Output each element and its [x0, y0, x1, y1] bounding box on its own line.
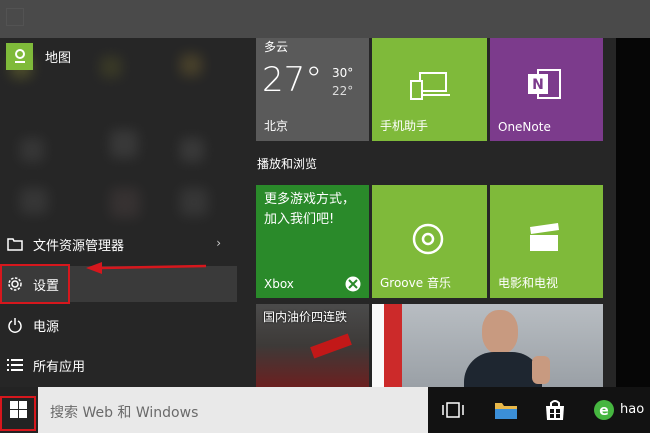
start-item-power-label: 电源 — [33, 319, 60, 335]
start-item-file-explorer[interactable]: 文件资源管理器 › — [0, 226, 237, 262]
weather-tile[interactable]: 多云 27° 30° 22° 北京 — [256, 38, 369, 141]
start-item-all-apps-label: 所有应用 — [33, 359, 86, 375]
xbox-tile[interactable]: 更多游戏方式，加入我们吧! Xbox — [256, 185, 369, 298]
weather-city: 北京 — [264, 119, 289, 133]
ghost-icon — [6, 8, 24, 26]
taskbar-pinned-area: e hao — [428, 387, 650, 433]
phone-companion-label: 手机助手 — [380, 119, 429, 133]
weather-low: 22° — [332, 84, 354, 98]
start-item-power[interactable]: 电源 — [0, 307, 237, 343]
phone-laptop-icon — [410, 72, 450, 100]
onenote-tile[interactable]: N OneNote — [490, 38, 603, 141]
phone-companion-tile[interactable]: 手机助手 — [372, 38, 487, 141]
flag-shape — [372, 304, 402, 387]
maps-icon — [6, 42, 33, 70]
taskbar: 搜索 Web 和 Windows e hao — [0, 387, 650, 433]
all-apps-icon — [5, 355, 25, 375]
onenote-icon: N — [528, 69, 561, 99]
svg-text:e: e — [599, 403, 609, 419]
start-item-all-apps[interactable]: 所有应用 — [0, 347, 237, 383]
start-item-maps[interactable]: 地图 — [0, 38, 237, 74]
red-arrow-icon — [86, 262, 206, 274]
person-head-shape — [482, 310, 518, 354]
news-tile[interactable]: 国内油价四连跌 — [256, 304, 369, 387]
power-icon — [5, 315, 25, 335]
clapperboard-icon — [530, 223, 559, 251]
store-icon[interactable] — [544, 399, 566, 421]
weather-high: 30° — [332, 66, 354, 80]
browser-e-icon[interactable]: e — [593, 399, 615, 421]
desktop-top-band — [0, 0, 650, 38]
svg-text:N: N — [532, 77, 544, 93]
xbox-label: Xbox — [264, 277, 294, 291]
groove-icon — [412, 223, 444, 255]
groove-label: Groove 音乐 — [380, 276, 451, 290]
desktop-right-edge — [616, 38, 650, 387]
tile-group-label: 播放和浏览 — [257, 157, 318, 171]
taskbar-search-box[interactable]: 搜索 Web 和 Windows — [38, 387, 428, 433]
news-headline: 国内油价四连跌 — [263, 310, 348, 324]
onenote-label: OneNote — [498, 120, 551, 134]
weather-temp: 27° — [262, 60, 323, 100]
person-body-shape — [464, 352, 542, 387]
groove-tile[interactable]: Groove 音乐 — [372, 185, 487, 298]
taskbar-search-placeholder: 搜索 Web 和 Windows — [50, 405, 199, 421]
start-item-file-explorer-label: 文件资源管理器 — [33, 238, 125, 254]
xbox-icon — [345, 276, 361, 292]
file-explorer-icon — [5, 234, 25, 254]
weather-condition: 多云 — [264, 40, 289, 54]
person-hand-shape — [532, 356, 550, 384]
start-item-maps-label: 地图 — [45, 50, 72, 66]
taskbar-app-label[interactable]: hao — [620, 402, 644, 417]
settings-highlight-box — [0, 264, 70, 304]
task-view-icon[interactable] — [442, 402, 464, 418]
file-explorer-taskbar-icon[interactable] — [494, 400, 518, 420]
chevron-right-icon[interactable]: › — [216, 236, 221, 250]
xbox-promo-text: 更多游戏方式，加入我们吧! — [264, 192, 356, 227]
movies-tv-label: 电影和电视 — [498, 276, 559, 290]
start-button-highlight-box — [0, 396, 36, 431]
movies-tv-tile[interactable]: 电影和电视 — [490, 185, 603, 298]
photo-tile[interactable] — [372, 304, 603, 387]
